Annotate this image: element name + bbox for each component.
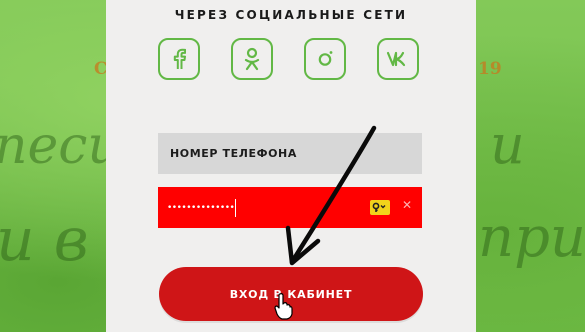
phone-placeholder: НОМЕР ТЕЛЕФОНА [170,147,297,160]
hand-pointer-cursor [274,293,293,320]
instagram-login-button[interactable] [304,38,346,80]
password-input[interactable]: •••••••••••••• ✕ [158,187,422,228]
vk-icon [386,51,406,67]
clear-input-icon[interactable]: ✕ [402,198,412,212]
background-script-text: и в [0,205,89,275]
background-script-text: при [478,205,585,270]
login-panel: ЧЕРЕЗ СОЦИАЛЬНЫЕ СЕТИ НОМЕР ТЕЛЕФОНА •••… [106,0,476,332]
odnoklassniki-icon [244,47,260,71]
social-login-title: ЧЕРЕЗ СОЦИАЛЬНЫЕ СЕТИ [174,8,408,22]
instagram-icon [318,51,333,66]
phone-input[interactable]: НОМЕР ТЕЛЕФОНА [158,133,422,174]
facebook-icon [173,48,186,69]
facebook-login-button[interactable] [158,38,200,80]
password-value: •••••••••••••• [167,202,235,213]
text-caret [235,198,237,217]
odnoklassniki-login-button[interactable] [231,38,273,80]
background-script-text: песи [0,116,121,176]
password-manager-key-icon[interactable] [370,200,390,215]
background-text: 19 [478,59,502,79]
vk-login-button[interactable] [377,38,419,80]
background-script-text: и [490,113,525,176]
